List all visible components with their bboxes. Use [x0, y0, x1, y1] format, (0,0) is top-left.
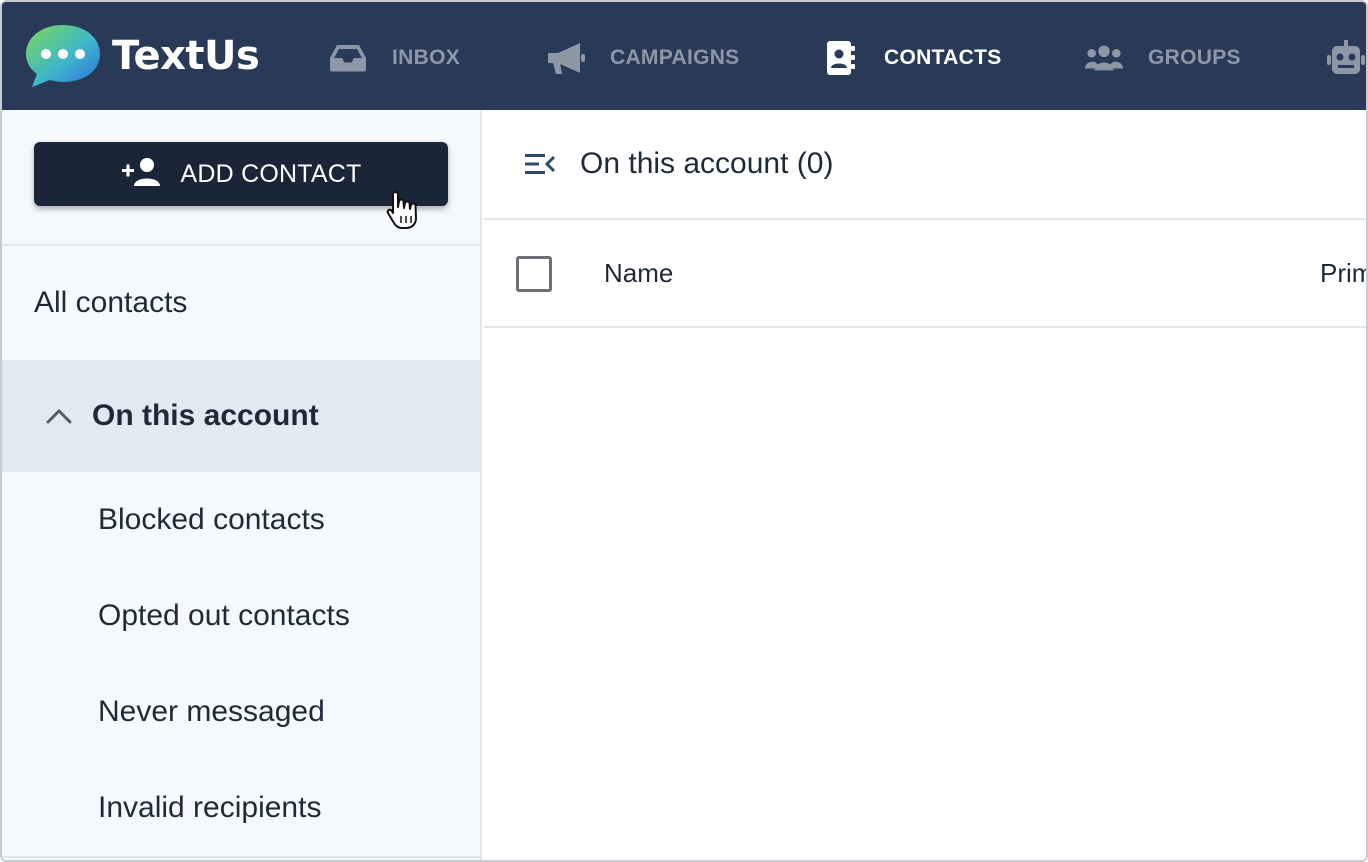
nav-inbox[interactable]: INBOX — [328, 36, 460, 80]
sidebar-item-label: Opted out contacts — [98, 599, 350, 632]
sidebar-item-on-this-account[interactable]: On this account — [2, 360, 480, 472]
table-header-row: Name Prim — [484, 220, 1366, 328]
column-header-name[interactable]: Name — [604, 258, 673, 289]
column-header-primary[interactable]: Prim — [1320, 258, 1366, 289]
sidebar-item-label: All contacts — [34, 286, 188, 319]
nav-groups[interactable]: GROUPS — [1084, 36, 1241, 80]
collapse-sidebar-icon[interactable] — [520, 144, 560, 184]
nav-inbox-label: INBOX — [392, 46, 461, 69]
sidebar-item-label: On this account — [92, 399, 319, 432]
sidebar-item-all-contacts[interactable]: All contacts — [2, 246, 480, 360]
sidebar-item-invalid-recipients[interactable]: Invalid recipients — [2, 760, 480, 856]
chat-bubble-logo-icon — [24, 23, 102, 89]
contacts-main-panel: On this account (0) Name Prim — [484, 110, 1366, 860]
brand-name: TextUs — [112, 33, 260, 79]
select-all-checkbox[interactable] — [516, 256, 552, 292]
sidebar-divider — [2, 856, 480, 860]
pointer-cursor-icon — [386, 190, 420, 230]
top-nav-bar: TextUs INBOX CAMPAIGNS CONTACTS GROUPS — [2, 2, 1366, 110]
app-window: TextUs INBOX CAMPAIGNS CONTACTS GROUPS A… — [0, 0, 1368, 862]
contact-filter-list: All contacts On this account Blocked con… — [2, 246, 480, 856]
nav-contacts[interactable]: CONTACTS — [820, 36, 1002, 80]
robot-icon — [1326, 38, 1366, 78]
nav-groups-label: GROUPS — [1148, 46, 1241, 69]
sidebar-item-label: Never messaged — [98, 695, 325, 728]
sidebar-item-opted-out-contacts[interactable]: Opted out contacts — [2, 568, 480, 664]
sidebar-item-never-messaged[interactable]: Never messaged — [2, 664, 480, 760]
nav-automation[interactable] — [1326, 36, 1366, 80]
megaphone-icon — [546, 38, 586, 78]
main-header: On this account (0) — [484, 110, 1366, 220]
add-user-icon — [121, 157, 161, 192]
sidebar-item-blocked-contacts[interactable]: Blocked contacts — [2, 472, 480, 568]
page-title: On this account (0) — [580, 147, 834, 180]
add-contact-label: ADD CONTACT — [180, 159, 362, 188]
users-icon — [1084, 38, 1124, 78]
sidebar-item-label: Invalid recipients — [98, 791, 322, 824]
sidebar-item-label: Blocked contacts — [98, 503, 325, 536]
contact-book-icon — [820, 38, 860, 78]
nav-campaigns[interactable]: CAMPAIGNS — [546, 36, 739, 80]
chevron-up-icon[interactable] — [42, 399, 76, 433]
inbox-icon — [328, 38, 368, 78]
brand[interactable]: TextUs — [24, 22, 260, 90]
nav-campaigns-label: CAMPAIGNS — [610, 46, 740, 69]
nav-contacts-label: CONTACTS — [884, 46, 1002, 69]
